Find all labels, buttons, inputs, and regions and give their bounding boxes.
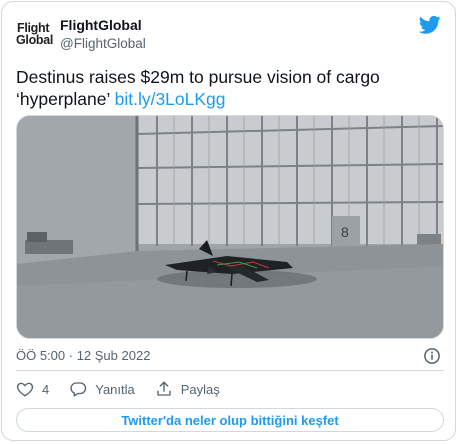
account-name[interactable]: FlightGlobal [60, 17, 142, 33]
flightglobal-logo-avatar[interactable]: Flight Global [16, 14, 56, 54]
hangar-photo: 8 [17, 116, 443, 338]
hangar-door-label: 8 [341, 224, 349, 240]
tweet-timestamp[interactable]: ÖÖ 5:00 · 12 Şub 2022 [16, 348, 150, 363]
account-handle[interactable]: @FlightGlobal [60, 36, 146, 51]
divider [16, 370, 444, 371]
action-bar: 4 Yanıtla Paylaş [16, 379, 240, 399]
tweet-link[interactable]: bit.ly/3LoLKgg [115, 89, 226, 109]
share-button[interactable]: Paylaş [155, 380, 220, 398]
tweet-card[interactable]: Flight Global FlightGlobal @FlightGlobal… [1, 1, 456, 441]
info-icon[interactable] [423, 347, 441, 365]
share-label: Paylaş [180, 381, 220, 397]
explore-twitter-button[interactable]: Twitter'da neler olup bittiğini keşfet [16, 408, 444, 432]
tweet-media-image[interactable]: 8 [16, 115, 444, 339]
reply-icon [70, 382, 87, 397]
twitter-bird-icon[interactable] [419, 15, 441, 35]
heart-icon [16, 382, 34, 397]
logo-line-2: Global [16, 33, 54, 47]
like-button[interactable]: 4 [16, 380, 49, 398]
reply-button[interactable]: Yanıtla [69, 380, 135, 398]
reply-label: Yanıtla [95, 381, 135, 397]
tweet-text: Destinus raises $29m to pursue vision of… [16, 66, 446, 110]
share-icon [157, 381, 171, 396]
like-count: 4 [42, 381, 50, 397]
